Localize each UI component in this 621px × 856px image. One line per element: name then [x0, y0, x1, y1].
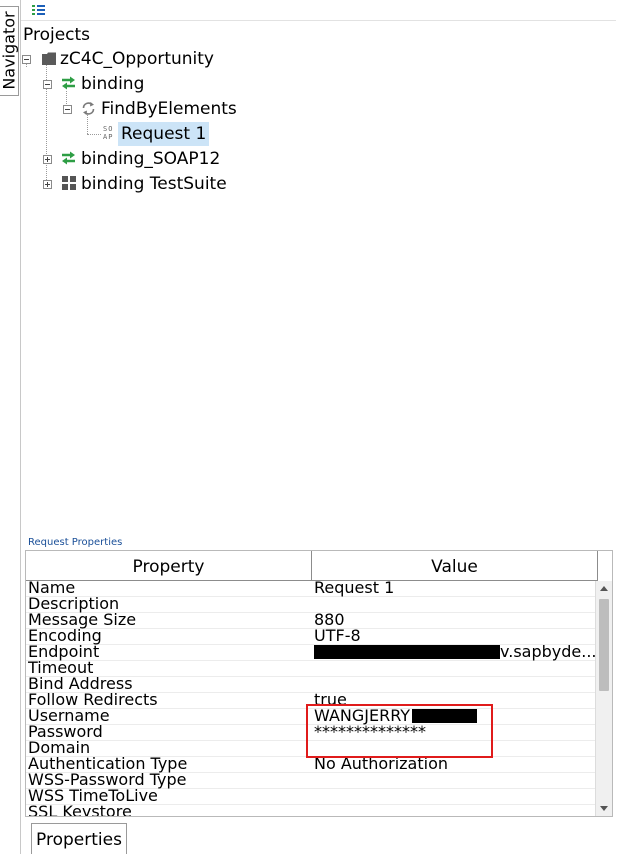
expand-icon[interactable]	[43, 155, 52, 164]
request-properties-table: Property Value Name Request 1 Description M…	[25, 550, 613, 817]
property-name-cell: SSL Keystore	[28, 802, 132, 816]
interface-arrows-icon	[62, 151, 75, 165]
tab-properties[interactable]: Properties	[31, 823, 127, 854]
tree-item-request[interactable]: SO AP Request 1	[21, 122, 321, 146]
tree-root-projects[interactable]: Projects	[23, 22, 90, 48]
endpoint-value-text: v.sapbyde...	[500, 642, 596, 661]
tree-item-label: Request 1	[118, 122, 210, 146]
soap-icon-text: AP	[103, 133, 114, 141]
interface-arrows-icon	[62, 76, 75, 90]
tree-item-label: zC4C_Opportunity	[60, 49, 214, 69]
expand-icon[interactable]	[43, 180, 52, 189]
tree-item-label: binding TestSuite	[81, 174, 227, 194]
scrollbar-thumb[interactable]	[599, 599, 609, 691]
tree-item-label: FindByElements	[101, 99, 237, 119]
scroll-down-icon[interactable]	[596, 800, 612, 816]
properties-scrollbar[interactable]	[595, 581, 612, 816]
navigator-toolbar	[21, 0, 616, 21]
credentials-highlight-box	[306, 704, 493, 758]
property-row[interactable]: SSL Keystore	[26, 802, 597, 816]
testsuite-grid-icon	[62, 176, 76, 190]
tree-item-operation[interactable]: FindByElements	[21, 97, 321, 121]
navigator-strip: Navigator	[0, 0, 20, 854]
tree-item-binding-soap12[interactable]: binding_SOAP12	[21, 147, 321, 171]
list-menu-icon[interactable]	[32, 5, 45, 16]
soap-icon-text: SO	[103, 125, 114, 133]
request-properties-caption: Request Properties	[28, 537, 123, 548]
column-header-property[interactable]: Property	[26, 551, 312, 581]
property-value-cell[interactable]: v.sapbyde...	[314, 642, 596, 661]
navigator-tab-label: Navigator	[0, 11, 19, 90]
tree-item-binding[interactable]: binding	[21, 72, 321, 96]
column-header-value[interactable]: Value	[312, 551, 598, 581]
collapse-icon[interactable]	[22, 55, 31, 64]
tree-item-label: binding	[81, 74, 145, 94]
properties-rows: Name Request 1 Description Message Size 880 E…	[26, 581, 597, 816]
tree-item-label: binding_SOAP12	[81, 149, 221, 169]
navigator-tab[interactable]: Navigator	[0, 6, 19, 96]
tree-item-testsuite[interactable]: binding TestSuite	[21, 172, 321, 196]
property-value-cell[interactable]: Request 1	[314, 581, 596, 597]
soap-icon: SO AP	[103, 125, 118, 141]
operation-refresh-icon	[82, 102, 95, 115]
redaction-block	[314, 645, 500, 659]
scroll-up-icon[interactable]	[596, 581, 612, 597]
folder-icon	[42, 52, 56, 65]
project-tree: Projects zC4C_Opportunity binding FindBy…	[21, 20, 616, 530]
collapse-icon[interactable]	[63, 105, 72, 114]
tree-item-project[interactable]: zC4C_Opportunity	[21, 47, 321, 71]
collapse-icon[interactable]	[43, 80, 52, 89]
